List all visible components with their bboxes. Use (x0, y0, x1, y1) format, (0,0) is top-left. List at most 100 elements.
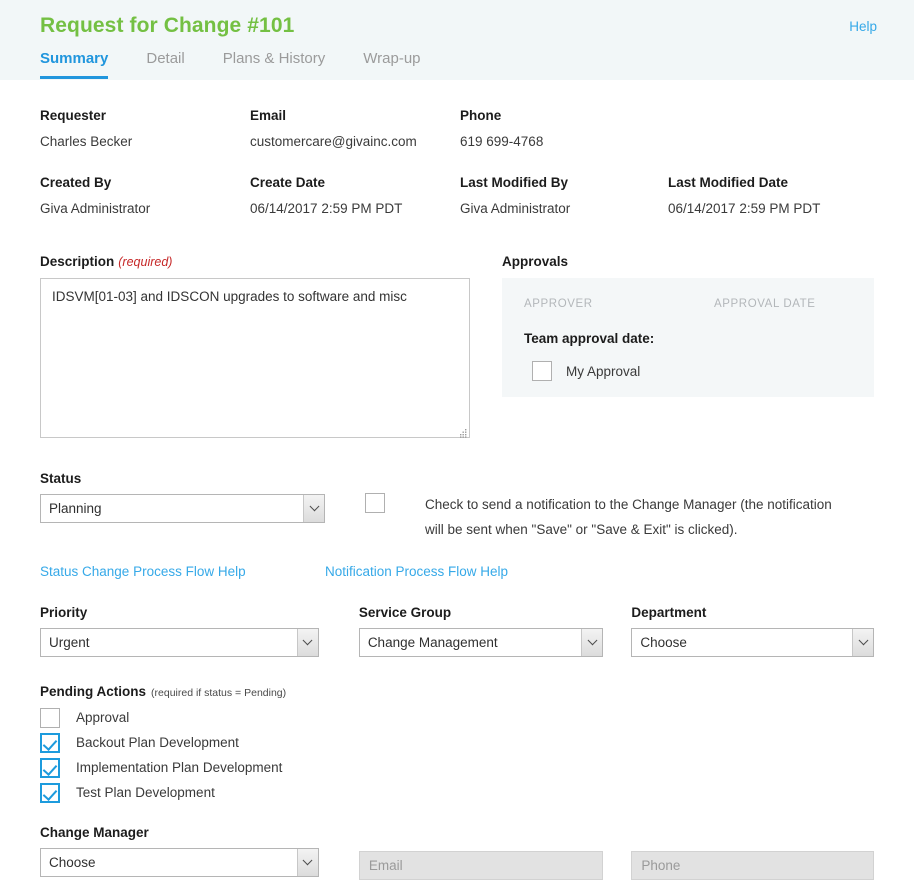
notification-text-line1: Check to send a notification to the Chan… (425, 497, 832, 513)
status-change-process-flow-help-link[interactable]: Status Change Process Flow Help (40, 564, 325, 579)
approval-date-column-header: APPROVAL DATE (714, 298, 816, 311)
notification-text: Check to send a notification to the Chan… (425, 493, 832, 543)
tab-bar: Summary Detail Plans & History Wrap-up (40, 50, 459, 79)
notification-checkbox[interactable] (365, 493, 385, 514)
pending-action-backout-plan: Backout Plan Development (40, 733, 874, 754)
change-manager-section: Change Manager Choose (40, 825, 319, 880)
my-approval-checkbox[interactable] (532, 361, 552, 382)
pending-actions-note: (required if status = Pending) (151, 687, 287, 700)
approvals-table-header: APPROVER APPROVAL DATE (524, 298, 852, 310)
info-grid-filler-2 (668, 135, 874, 176)
pending-action-implementation-plan: Implementation Plan Development (40, 758, 874, 779)
tab-wrap-up[interactable]: Wrap-up (363, 50, 420, 79)
priority-select-value: Urgent (49, 635, 90, 651)
requester-field: Requester (40, 108, 250, 135)
status-select[interactable]: Planning (40, 494, 325, 524)
page-header: Request for Change #101 Help Summary Det… (0, 0, 914, 80)
created-by-value: Giva Administrator (40, 200, 151, 216)
email-label: Email (250, 108, 287, 123)
requester-value: Charles Becker (40, 133, 133, 149)
department-label: Department (631, 605, 707, 621)
change-manager-email-field: Email (358, 851, 604, 880)
department-section: Department Choose (631, 605, 874, 658)
pending-action-implementation-plan-label: Implementation Plan Development (76, 760, 283, 776)
process-flow-links-row: Status Change Process Flow Help Notifica… (40, 564, 874, 579)
service-group-select-value: Change Management (367, 635, 498, 651)
chevron-down-icon (852, 629, 873, 657)
requester-label: Requester (40, 108, 107, 123)
status-label: Status (40, 471, 82, 487)
change-manager-label: Change Manager (40, 825, 149, 841)
my-approval-row: My Approval (524, 361, 852, 382)
chevron-down-icon (296, 629, 318, 657)
pending-action-backout-plan-checkbox[interactable] (40, 733, 60, 754)
change-manager-select-value: Choose (49, 855, 96, 871)
description-label: Description (required) (40, 254, 472, 269)
change-manager-phone-section: Phone (631, 825, 874, 880)
last-modified-date-label: Last Modified Date (668, 174, 789, 190)
email-field: Email (250, 108, 460, 135)
created-by-label: Created By (40, 174, 112, 190)
email-value: customercare@givainc.com (250, 133, 417, 149)
priority-section: Priority Urgent (40, 605, 319, 658)
notification-process-flow-help-link[interactable]: Notification Process Flow Help (325, 564, 508, 579)
tab-detail[interactable]: Detail (146, 50, 184, 79)
last-modified-date-value: 06/14/2017 2:59 PM PDT (668, 200, 821, 216)
help-link[interactable]: Help (849, 19, 877, 34)
my-approval-label: My Approval (566, 363, 641, 379)
approvals-section: Approvals APPROVER APPROVAL DATE Team ap… (502, 254, 874, 441)
chevron-down-icon (303, 495, 324, 523)
service-group-label: Service Group (358, 605, 452, 621)
notification-text-line2: will be sent when "Save" or "Save & Exit… (425, 522, 738, 538)
change-manager-phone-spacer (631, 825, 874, 851)
description-required-flag: (required) (118, 255, 173, 270)
last-modified-by-value: Giva Administrator (460, 200, 571, 216)
description-section: Description (required) (40, 254, 472, 441)
pending-actions-label: Pending Actions (required if status = Pen… (40, 684, 874, 699)
page-title: Request for Change #101 (40, 14, 295, 37)
description-textarea-wrap (40, 278, 470, 441)
change-manager-phone-field: Phone (631, 851, 874, 880)
pending-action-backout-plan-label: Backout Plan Development (76, 735, 239, 751)
department-select-value: Choose (640, 635, 687, 651)
tab-plans-history[interactable]: Plans & History (223, 50, 326, 79)
team-approval-date-label: Team approval date: (524, 331, 655, 347)
pending-actions-label-text: Pending Actions (40, 684, 147, 700)
approver-column-header: APPROVER (524, 298, 593, 311)
create-date-label: Create Date (250, 174, 326, 190)
request-info-grid: Requester Email Phone Charles Becker cus… (40, 80, 874, 242)
pending-action-approval: Approval (40, 708, 874, 729)
pending-action-test-plan-label: Test Plan Development (76, 785, 215, 801)
chevron-down-icon (296, 849, 318, 877)
change-manager-email-spacer (359, 825, 604, 851)
change-manager-row: Change Manager Choose Email Phone (40, 825, 874, 880)
approvals-panel: APPROVER APPROVAL DATE Team approval dat… (502, 278, 874, 398)
department-select[interactable]: Choose (631, 628, 874, 658)
description-label-text: Description (40, 254, 115, 270)
change-manager-select[interactable]: Choose (40, 848, 319, 878)
pending-action-approval-label: Approval (76, 710, 130, 726)
change-manager-email-section: Email (358, 825, 604, 880)
status-section: Status Planning (40, 471, 325, 543)
pending-action-test-plan: Test Plan Development (40, 783, 874, 804)
pending-action-test-plan-checkbox[interactable] (40, 783, 60, 804)
status-notification-row: Status Planning Check to send a notifica… (40, 471, 874, 543)
description-approvals-row: Description(required) Approvals APP (40, 254, 874, 441)
service-group-select[interactable]: Change Management (358, 628, 604, 658)
pending-action-implementation-plan-checkbox[interactable] (40, 758, 60, 779)
priority-servicegroup-department-row: Priority Urgent Service Group Change Man… (40, 605, 874, 658)
description-textarea[interactable] (40, 278, 470, 439)
status-select-value: Planning (49, 501, 102, 517)
create-date-value: 06/14/2017 2:59 PM PDT (250, 200, 403, 216)
pending-action-approval-checkbox[interactable] (40, 708, 60, 729)
form-body: Requester Email Phone Charles Becker cus… (0, 80, 914, 880)
chevron-down-icon (581, 629, 603, 657)
phone-label: Phone (460, 108, 502, 123)
priority-label: Priority (40, 605, 88, 621)
tab-summary[interactable]: Summary (40, 50, 109, 79)
pending-actions-section: Pending Actions (required if status = Pen… (40, 684, 874, 804)
phone-value: 619 699-4768 (460, 133, 544, 149)
phone-field: Phone (460, 108, 668, 135)
approvals-label: Approvals (502, 254, 569, 270)
priority-select[interactable]: Urgent (40, 628, 319, 658)
